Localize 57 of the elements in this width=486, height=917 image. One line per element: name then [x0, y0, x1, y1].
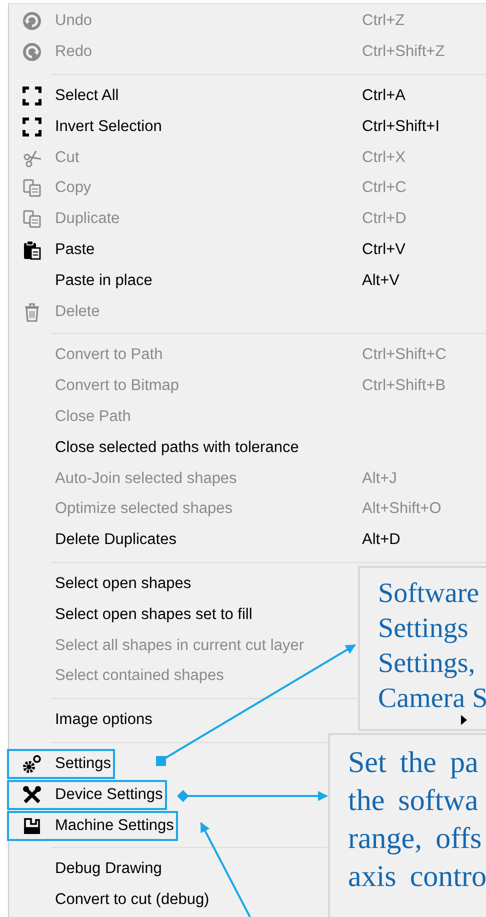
menu-item[interactable]: Invert Selection Ctrl+Shift+I — [9, 111, 486, 142]
select-frame-icon — [22, 116, 42, 137]
redo-icon — [22, 42, 42, 62]
scissors-icon — [22, 148, 42, 168]
menu-item-label: Undo — [55, 12, 92, 30]
menu-item-label: Convert to cut (debug) — [55, 891, 210, 910]
menu-item[interactable]: Close selected paths with tolerance — [9, 432, 486, 464]
menu-item-label: Image options — [55, 711, 152, 730]
shortcut-label: Ctrl+Z — [362, 12, 405, 30]
menu-item-label: Paste — [55, 240, 95, 259]
shortcut-label: Alt+V — [362, 272, 400, 290]
menu-item-label: Delete — [55, 302, 100, 321]
menu-item-label: Paste in place — [55, 272, 152, 290]
menu-item-label: Select All — [55, 86, 119, 105]
menu-item-label: Cut — [55, 148, 80, 167]
menu-item-label: Close Path — [55, 408, 131, 426]
menu-item-label: Auto-Join selected shapes — [55, 470, 237, 488]
wrench-icon — [22, 784, 42, 805]
menu-item-label: Optimize selected shapes — [55, 500, 232, 518]
shortcut-label: Alt+Shift+O — [362, 500, 442, 518]
menu-item-label: Close selected paths with tolerance — [55, 438, 299, 457]
menu-item-label: Machine Settings — [55, 816, 174, 835]
shortcut-label: Ctrl+X — [362, 148, 406, 167]
machine-icon — [22, 816, 42, 836]
menu-item[interactable]: Paste in place Alt+V — [9, 265, 486, 296]
callout-text: Software Settings Settings, Camera S — [378, 577, 486, 716]
menu-item-label: Copy — [55, 179, 92, 198]
undo-icon — [22, 11, 42, 32]
shortcut-label: Ctrl+Shift+B — [362, 377, 446, 396]
menu-item-label: Redo — [55, 43, 92, 62]
menu-item-label: Delete Duplicates — [55, 531, 176, 550]
shortcut-label: Ctrl+Shift+I — [362, 118, 440, 136]
clipboard-icon — [22, 240, 42, 260]
menu-item-label: Convert to Bitmap — [55, 377, 180, 396]
menu-item-label: Convert to Path — [55, 346, 163, 364]
menu-item[interactable]: Delete Duplicates Alt+D — [9, 524, 486, 556]
menu-item-label: Duplicate — [55, 210, 120, 228]
gears-icon — [22, 754, 42, 774]
shortcut-label: Ctrl+Shift+C — [362, 346, 446, 364]
trash-icon — [22, 302, 42, 322]
shortcut-label: Ctrl+Shift+Z — [362, 43, 445, 62]
shortcut-label: Ctrl+A — [362, 86, 406, 105]
select-frame-icon — [22, 86, 42, 106]
shortcut-label: Alt+J — [362, 470, 397, 488]
copy-icon — [22, 209, 42, 230]
shortcut-label: Alt+D — [362, 531, 400, 550]
callout-text: Set the pa the softwa range, offs axis contro — [348, 745, 486, 895]
shortcut-label: Ctrl+D — [362, 210, 406, 228]
menu-item[interactable]: Select All Ctrl+A — [9, 80, 486, 112]
shortcut-label: Ctrl+C — [362, 179, 406, 198]
menu-item-label: Settings — [55, 754, 112, 773]
menu-item-label: Invert Selection — [55, 118, 162, 136]
shortcut-label: Ctrl+V — [362, 240, 406, 259]
menu-item[interactable]: Paste Ctrl+V — [9, 234, 486, 266]
menu-item-label: Device Settings — [55, 786, 163, 804]
menu-item-label: Select open shapes set to fill — [55, 606, 252, 624]
copy-icon — [22, 178, 42, 198]
